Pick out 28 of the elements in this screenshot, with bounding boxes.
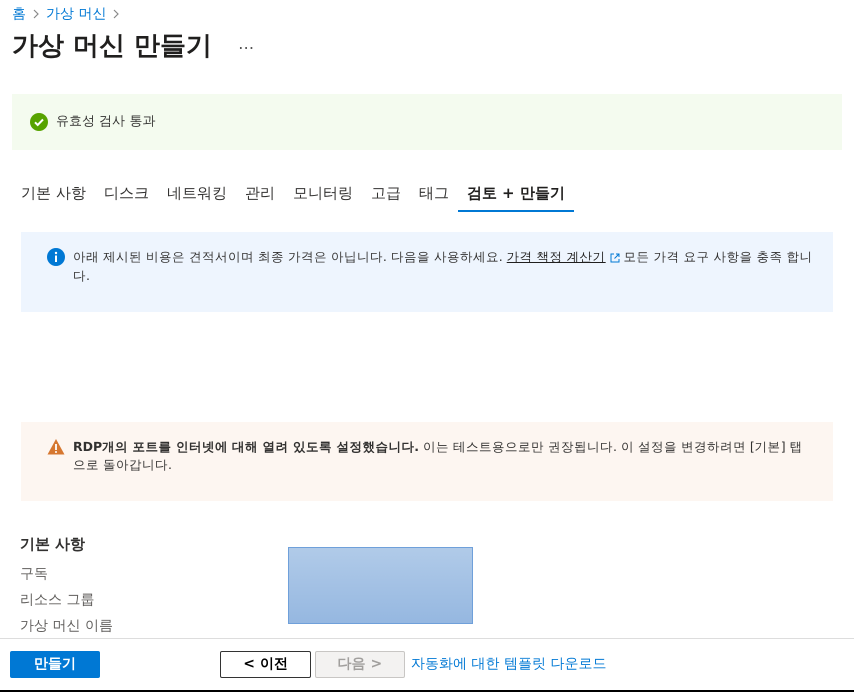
breadcrumb-link[interactable]: 가상 머신 xyxy=(46,6,106,22)
chevron-icon xyxy=(112,9,120,20)
previous-button[interactable]: < 이전 xyxy=(220,651,311,678)
tab[interactable]: 검토 + 만들기 xyxy=(458,178,574,212)
field-label: 가상 머신 이름 xyxy=(20,617,114,636)
page-title: 가상 머신 만들기 xyxy=(12,31,212,62)
tab[interactable]: 고급 xyxy=(362,178,410,212)
create-button[interactable]: 만들기 xyxy=(10,651,100,678)
field-label: 구독 xyxy=(20,565,49,584)
tab[interactable]: 태그 xyxy=(410,178,458,212)
tab[interactable]: 디스크 xyxy=(94,178,158,212)
field-label: 리소스 그룹 xyxy=(20,591,96,610)
section-title: 기본 사항 xyxy=(20,534,86,556)
link[interactable]: 가격 책정 계산기 xyxy=(506,249,606,264)
tab[interactable]: 기본 사항 xyxy=(12,178,95,212)
notice-text: 아래 제시된 비용은 견적서이며 최종 가격은 아닙니다. 다음을 사용하세요. 가격 책정 계산기 모든 가격 요구 사항을 충족 합니다. xyxy=(73,248,814,285)
tab[interactable]: 모니터링 xyxy=(284,178,362,212)
validation-text: 유효성 검사 통과 xyxy=(56,113,156,132)
more-button[interactable]: … xyxy=(238,32,254,56)
warning-icon xyxy=(47,438,65,456)
tab[interactable]: 네트워킹 xyxy=(158,178,236,212)
chevron-icon xyxy=(32,9,40,20)
info-icon xyxy=(47,248,65,266)
breadcrumb-link[interactable]: 홈 xyxy=(12,6,26,22)
tab[interactable]: 관리 xyxy=(236,178,284,212)
notice-text: RDP개의 포트를 인터넷에 대해 열려 있도록 설정했습니다. 이는 테스트용으로만 권장됩니다. 이 설정을 변경하려면 [기본] 탭으로 돌아갑니다. xyxy=(73,438,804,474)
external-link-icon xyxy=(610,252,620,263)
download-template-link[interactable]: 자동화에 대한 템플릿 다운로드 xyxy=(411,654,606,675)
